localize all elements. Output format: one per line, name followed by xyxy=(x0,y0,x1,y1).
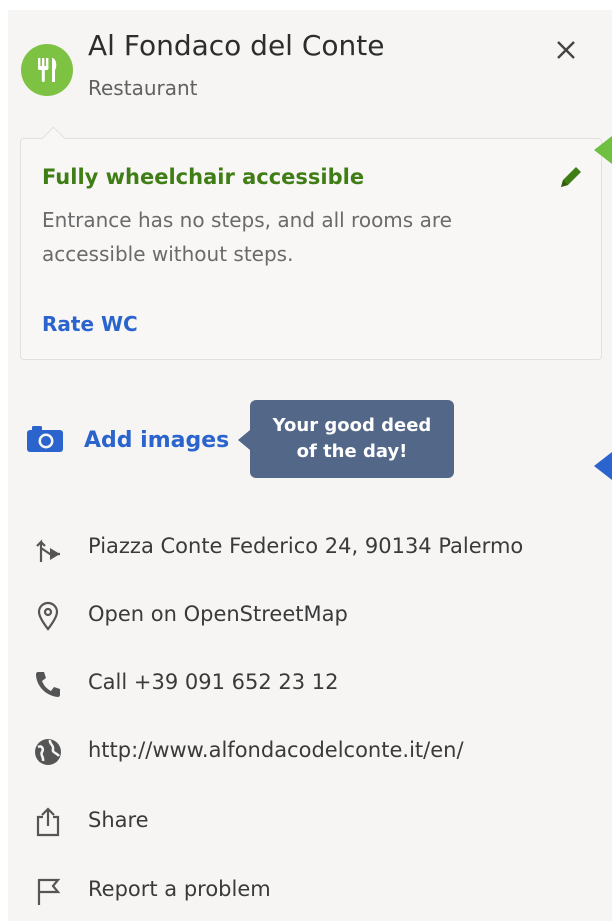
add-images-label: Add images xyxy=(84,428,230,453)
report-row[interactable]: Report a problem xyxy=(8,865,612,915)
share-row[interactable]: Share xyxy=(8,796,612,846)
website-link: http://www.alfondacodelconte.it/en/ xyxy=(88,738,464,762)
camera-icon xyxy=(27,426,63,452)
tooltip-line-2: of the day! xyxy=(296,441,408,462)
directions-arrow-icon xyxy=(36,539,60,562)
share-icon xyxy=(36,807,60,837)
place-name: Al Fondaco del Conte xyxy=(88,29,385,62)
place-detail-panel: Al Fondaco del Conte Restaurant Fully wh… xyxy=(8,10,612,921)
address-row[interactable]: Piazza Conte Federico 24, 90134 Palermo xyxy=(8,522,612,572)
accessibility-status: Fully wheelchair accessible xyxy=(42,165,365,189)
phone-link: Call +39 091 652 23 12 xyxy=(88,670,339,694)
good-deed-tooltip: Your good deed of the day! xyxy=(250,400,454,478)
address-text: Piazza Conte Federico 24, 90134 Palermo xyxy=(88,534,524,558)
callout-arrow-blue xyxy=(594,452,612,480)
tooltip-line-1: Your good deed xyxy=(272,415,432,436)
report-problem-link: Report a problem xyxy=(88,877,271,901)
flag-icon xyxy=(37,878,61,905)
card-notch xyxy=(41,126,66,151)
openstreetmap-row[interactable]: Open on OpenStreetMap xyxy=(8,590,612,640)
phone-row[interactable]: Call +39 091 652 23 12 xyxy=(8,658,612,708)
place-category: Restaurant xyxy=(88,76,198,100)
close-icon xyxy=(557,41,575,59)
globe-icon xyxy=(35,739,61,765)
pencil-icon xyxy=(561,167,581,187)
rate-wc-link[interactable]: Rate WC xyxy=(42,312,138,336)
tooltip-arrow xyxy=(238,430,250,450)
edit-accessibility-button[interactable] xyxy=(557,163,585,191)
accessibility-card: Fully wheelchair accessible Entrance has… xyxy=(20,126,602,360)
phone-icon xyxy=(36,672,60,697)
close-button[interactable] xyxy=(536,20,596,80)
callout-arrow-green xyxy=(594,136,612,164)
share-label: Share xyxy=(88,808,149,832)
map-pin-icon xyxy=(37,601,59,631)
place-header: Al Fondaco del Conte Restaurant xyxy=(8,10,612,120)
restaurant-icon xyxy=(21,44,73,96)
accessibility-description: Entrance has no steps, and all rooms are… xyxy=(42,208,452,266)
website-row[interactable]: http://www.alfondacodelconte.it/en/ xyxy=(8,726,612,776)
openstreetmap-link: Open on OpenStreetMap xyxy=(88,602,348,626)
